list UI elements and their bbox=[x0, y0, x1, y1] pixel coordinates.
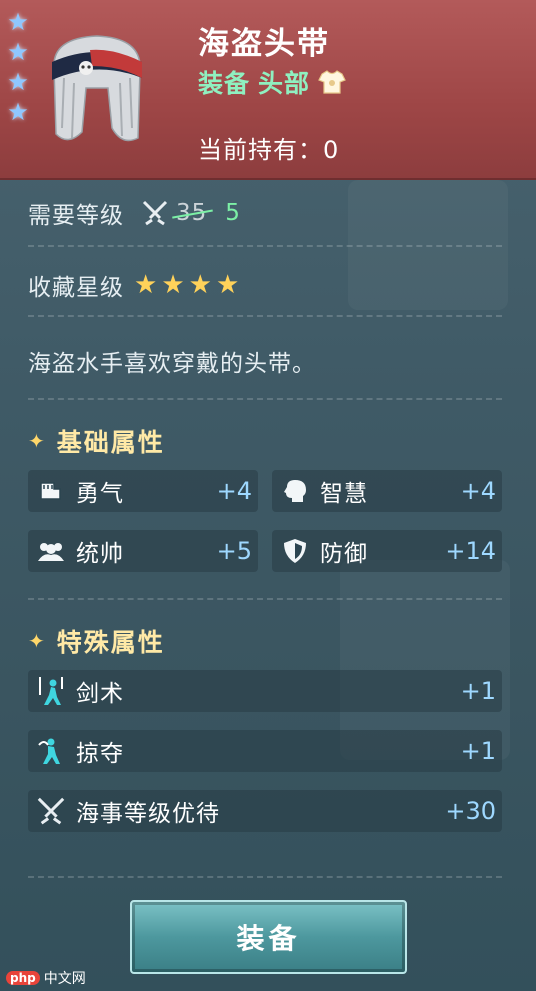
watermark-logo: php bbox=[6, 971, 40, 985]
attribute-value: +1 bbox=[460, 677, 496, 705]
blue-star-icon: ★ bbox=[7, 8, 29, 36]
rarity-stars: ★ ★ ★ ★ bbox=[6, 10, 34, 130]
owned-count: 当前持有：0 bbox=[198, 130, 339, 165]
attribute-name: 勇气 bbox=[76, 481, 124, 507]
gold-star-icon: ★ bbox=[188, 270, 216, 300]
owned-label: 当前持有： bbox=[198, 136, 323, 164]
attribute-plunder: 掠夺 +1 bbox=[28, 730, 502, 772]
item-name: 海盗头带 bbox=[198, 26, 330, 62]
gold-star-icon: ★ bbox=[161, 270, 189, 300]
attribute-name: 智慧 bbox=[320, 481, 368, 507]
sparkle-icon: ✦ bbox=[28, 629, 47, 653]
sparkle-icon: ✦ bbox=[28, 429, 47, 453]
attribute-name: 掠夺 bbox=[76, 741, 124, 767]
original-level: 35 bbox=[176, 200, 208, 226]
pirate-headband-image bbox=[52, 35, 142, 142]
divider bbox=[28, 398, 502, 400]
watermark-text: 中文网 bbox=[43, 971, 86, 987]
collection-star-label: 收藏星级 bbox=[28, 275, 124, 301]
divider bbox=[28, 876, 502, 878]
blue-star-icon: ★ bbox=[7, 68, 29, 96]
attribute-wisdom: 智慧 +4 bbox=[272, 470, 502, 512]
shirt-icon bbox=[318, 70, 346, 94]
attribute-name: 防御 bbox=[320, 541, 368, 567]
current-level: 5 bbox=[225, 200, 241, 226]
attribute-swordsmanship: 剑术 +1 bbox=[28, 670, 502, 712]
plunder-icon bbox=[36, 736, 66, 766]
required-level-row: 需要等级 35 5 bbox=[28, 196, 241, 230]
blue-star-icon: ★ bbox=[7, 98, 29, 126]
collection-star-row: 收藏星级 ★★★★ bbox=[28, 268, 243, 302]
item-description: 海盗水手喜欢穿戴的头带。 bbox=[28, 351, 316, 377]
required-level-label: 需要等级 bbox=[28, 203, 124, 229]
divider bbox=[28, 315, 502, 317]
item-type: 装备 头部 bbox=[198, 64, 346, 100]
watermark: php 中文网 bbox=[6, 968, 86, 988]
item-header: ★ ★ ★ ★ 海盗头带 装备 头部 当前持有：0 bbox=[0, 0, 536, 180]
equip-button[interactable]: 装备 bbox=[130, 900, 407, 974]
item-slot: 头部 bbox=[258, 69, 311, 98]
attribute-value: +30 bbox=[445, 797, 496, 825]
attribute-value: +4 bbox=[216, 477, 252, 505]
attribute-name: 海事等级优待 bbox=[76, 801, 220, 827]
gold-star-icon: ★ bbox=[215, 270, 244, 300]
attribute-courage: 勇气 +4 bbox=[28, 470, 258, 512]
basic-attributes-title: ✦ 基础属性 bbox=[28, 423, 165, 459]
head-icon bbox=[280, 476, 310, 506]
group-icon bbox=[36, 536, 66, 566]
shield-icon bbox=[280, 536, 310, 566]
divider bbox=[28, 245, 502, 247]
attribute-value: +14 bbox=[445, 537, 496, 565]
crossed-swords-icon bbox=[142, 200, 168, 226]
item-category: 装备 bbox=[198, 69, 251, 98]
divider bbox=[28, 598, 502, 600]
attribute-value: +4 bbox=[460, 477, 496, 505]
attribute-name: 剑术 bbox=[76, 681, 124, 707]
fist-icon bbox=[36, 476, 66, 506]
attribute-value: +5 bbox=[216, 537, 252, 565]
basic-attributes-title-text: 基础属性 bbox=[56, 428, 165, 457]
attribute-defense: 防御 +14 bbox=[272, 530, 502, 572]
attribute-command: 统帅 +5 bbox=[28, 530, 258, 572]
attribute-maritime-rank-bonus: 海事等级优待 +30 bbox=[28, 790, 502, 832]
owned-value: 0 bbox=[323, 136, 340, 164]
swordsman-icon bbox=[36, 676, 66, 706]
blue-star-icon: ★ bbox=[7, 38, 29, 66]
collection-stars: ★★★★ bbox=[134, 270, 243, 300]
gold-star-icon: ★ bbox=[134, 270, 162, 300]
special-attributes-title-text: 特殊属性 bbox=[56, 628, 165, 657]
attribute-name: 统帅 bbox=[76, 541, 124, 567]
crossed-swords-icon bbox=[36, 796, 66, 826]
attribute-value: +1 bbox=[460, 737, 496, 765]
special-attributes-title: ✦ 特殊属性 bbox=[28, 623, 165, 659]
